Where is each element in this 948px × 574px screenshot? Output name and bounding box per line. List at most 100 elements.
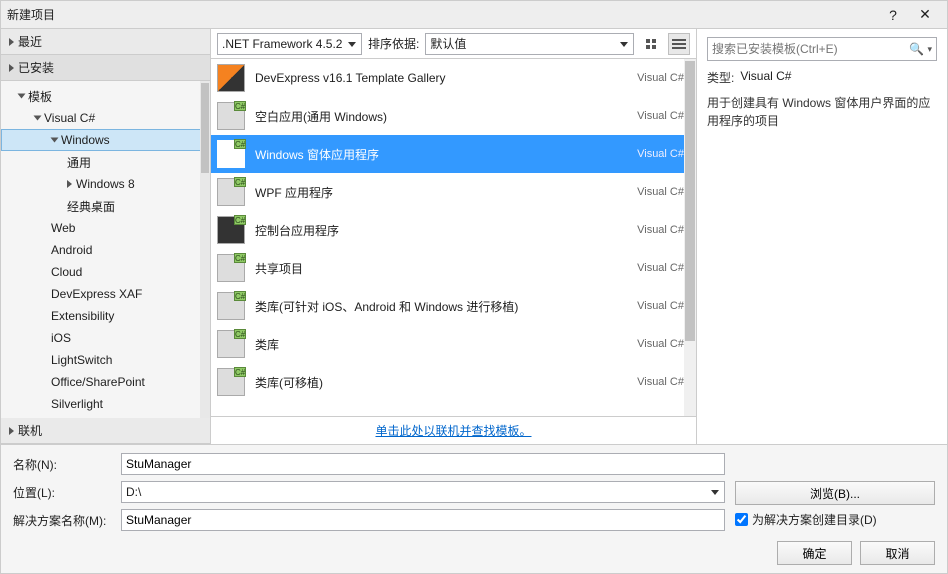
tree-item-classic[interactable]: 经典桌面 xyxy=(1,195,210,217)
template-item[interactable]: C#控制台应用程序Visual C# xyxy=(211,211,696,249)
csharp-badge-icon: C# xyxy=(234,367,246,377)
csharp-badge-icon: C# xyxy=(234,139,246,149)
window-title: 新建项目 xyxy=(7,6,877,23)
csharp-badge-icon: C# xyxy=(234,101,246,111)
tree-item-office[interactable]: Office/SharePoint xyxy=(1,371,210,393)
grid-icon xyxy=(646,39,656,49)
caret-icon xyxy=(18,94,26,99)
right-panel: 🔍 ▾ 类型: Visual C# 用于创建具有 Windows 窗体用户界面的… xyxy=(697,29,947,444)
csharp-badge-icon: C# xyxy=(234,329,246,339)
template-icon: C# xyxy=(217,254,245,282)
template-item[interactable]: C#类库(可针对 iOS、Android 和 Windows 进行移植)Visu… xyxy=(211,287,696,325)
location-input[interactable]: D:\ xyxy=(121,481,725,503)
tree-scrollbar[interactable] xyxy=(200,81,210,418)
create-dir-checkbox[interactable] xyxy=(735,513,748,526)
bottom-panel: 名称(N): 位置(L): D:\ 解决方案名称(M): 浏览(B)... 为解… xyxy=(1,444,947,573)
caret-icon xyxy=(9,427,14,435)
recent-label: 最近 xyxy=(18,29,42,55)
panel-installed[interactable]: 已安装 xyxy=(1,55,210,81)
tree-item-web[interactable]: Web xyxy=(1,217,210,239)
template-icon: C# xyxy=(217,368,245,396)
solution-label: 解决方案名称(M): xyxy=(13,512,113,529)
tree-item-universal[interactable]: 通用 xyxy=(1,151,210,173)
online-label: 联机 xyxy=(18,418,42,444)
installed-label: 已安装 xyxy=(18,55,54,81)
template-item[interactable]: C#类库(可移植)Visual C# xyxy=(211,363,696,401)
search-input[interactable] xyxy=(712,42,907,56)
framework-select[interactable]: .NET Framework 4.5.2 xyxy=(217,33,362,55)
template-icon: C# xyxy=(217,102,245,130)
scrollbar-thumb[interactable] xyxy=(685,61,695,341)
scrollbar-thumb[interactable] xyxy=(201,83,209,173)
tree-item-windows[interactable]: Windows xyxy=(1,129,210,151)
tree-item-ios[interactable]: iOS xyxy=(1,327,210,349)
ok-button[interactable]: 确定 xyxy=(777,541,852,565)
template-icon: C# xyxy=(217,292,245,320)
template-item[interactable]: C#WPF 应用程序Visual C# xyxy=(211,173,696,211)
help-button[interactable]: ? xyxy=(877,4,909,26)
search-box[interactable]: 🔍 ▾ xyxy=(707,37,937,61)
online-templates-link[interactable]: 单击此处以联机并查找模板。 xyxy=(375,422,531,439)
template-scrollbar[interactable] xyxy=(684,59,696,416)
template-list: DevExpress v16.1 Template GalleryVisual … xyxy=(211,59,696,416)
view-medium-icons[interactable] xyxy=(640,33,662,55)
dropdown-icon[interactable]: ▾ xyxy=(927,44,932,55)
caret-icon xyxy=(9,64,14,72)
template-item[interactable]: C#类库Visual C# xyxy=(211,325,696,363)
csharp-badge-icon: C# xyxy=(234,253,246,263)
online-link-row: 单击此处以联机并查找模板。 xyxy=(211,416,696,444)
name-input[interactable] xyxy=(121,453,725,475)
tree-item-android[interactable]: Android xyxy=(1,239,210,261)
type-value: Visual C# xyxy=(740,69,791,86)
view-small-icons[interactable] xyxy=(668,33,690,55)
main-area: 最近 已安装 模板 Visual C# Windows 通用 Windows 8… xyxy=(1,29,947,444)
tree-item-silverlight[interactable]: Silverlight xyxy=(1,393,210,415)
type-row: 类型: Visual C# xyxy=(707,69,937,86)
template-item[interactable]: C#空白应用(通用 Windows)Visual C# xyxy=(211,97,696,135)
toolbar: .NET Framework 4.5.2 排序依据: 默认值 xyxy=(211,29,696,59)
browse-button[interactable]: 浏览(B)... xyxy=(735,481,935,505)
csharp-badge-icon: C# xyxy=(234,291,246,301)
location-label: 位置(L): xyxy=(13,484,113,501)
csharp-badge-icon: C# xyxy=(234,215,246,225)
name-label: 名称(N): xyxy=(13,456,113,473)
tree-item-dxxaf[interactable]: DevExpress XAF xyxy=(1,283,210,305)
left-panel: 最近 已安装 模板 Visual C# Windows 通用 Windows 8… xyxy=(1,29,211,444)
template-description: 用于创建具有 Windows 窗体用户界面的应用程序的项目 xyxy=(707,94,937,130)
create-dir-row: 为解决方案创建目录(D) xyxy=(735,511,935,528)
template-item[interactable]: DevExpress v16.1 Template GalleryVisual … xyxy=(211,59,696,97)
location-row: 位置(L): D:\ xyxy=(13,481,725,503)
type-label: 类型: xyxy=(707,69,734,86)
close-button[interactable]: ✕ xyxy=(909,4,941,26)
sort-label: 排序依据: xyxy=(368,35,419,52)
template-tree: 模板 Visual C# Windows 通用 Windows 8 经典桌面 W… xyxy=(1,81,210,418)
footer-buttons: 确定 取消 xyxy=(13,537,935,565)
center-panel: .NET Framework 4.5.2 排序依据: 默认值 DevExpres… xyxy=(211,29,697,444)
tree-item-lightswitch[interactable]: LightSwitch xyxy=(1,349,210,371)
tree-item-cloud[interactable]: Cloud xyxy=(1,261,210,283)
tree-item-windows8[interactable]: Windows 8 xyxy=(1,173,210,195)
cancel-button[interactable]: 取消 xyxy=(860,541,935,565)
solution-input[interactable] xyxy=(121,509,725,531)
template-icon: C# xyxy=(217,330,245,358)
template-icon: C# xyxy=(217,178,245,206)
list-icon xyxy=(672,39,686,49)
titlebar: 新建项目 ? ✕ xyxy=(1,1,947,29)
solution-row: 解决方案名称(M): xyxy=(13,509,725,531)
tree-item-csharp[interactable]: Visual C# xyxy=(1,107,210,129)
template-icon: C# xyxy=(217,140,245,168)
create-dir-label: 为解决方案创建目录(D) xyxy=(752,511,877,528)
template-icon xyxy=(217,64,245,92)
panel-recent[interactable]: 最近 xyxy=(1,29,210,55)
search-icon: 🔍 xyxy=(907,42,925,56)
panel-online[interactable]: 联机 xyxy=(1,418,210,444)
sort-select[interactable]: 默认值 xyxy=(425,33,634,55)
tree-item-templates[interactable]: 模板 xyxy=(1,85,210,107)
template-item-selected[interactable]: C#Windows 窗体应用程序Visual C# xyxy=(211,135,696,173)
template-item[interactable]: C#共享项目Visual C# xyxy=(211,249,696,287)
name-row: 名称(N): xyxy=(13,453,725,475)
tree-item-extensibility[interactable]: Extensibility xyxy=(1,305,210,327)
caret-icon xyxy=(51,138,59,143)
template-icon: C# xyxy=(217,216,245,244)
csharp-badge-icon: C# xyxy=(234,177,246,187)
